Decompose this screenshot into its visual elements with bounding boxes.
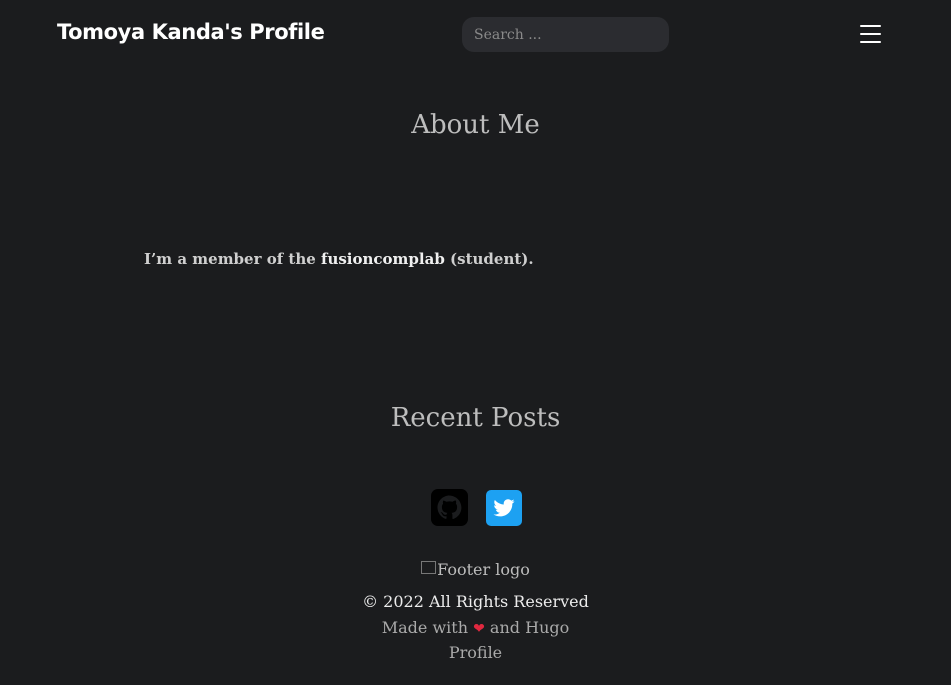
github-icon[interactable] bbox=[431, 489, 468, 526]
page: Tomoya Kanda's Profile About Me I’m a me… bbox=[0, 0, 951, 685]
heart-icon: ❤ bbox=[473, 621, 485, 637]
broken-image-icon bbox=[421, 561, 437, 574]
made-with-middle: and bbox=[484, 618, 526, 637]
footer-logo-alt: Footer logo bbox=[437, 560, 530, 579]
made-with-prefix: Made with bbox=[381, 618, 474, 637]
hamburger-menu-icon[interactable] bbox=[858, 23, 884, 47]
recent-posts-heading: Recent Posts bbox=[390, 403, 561, 433]
profile-theme-link[interactable]: Profile bbox=[449, 643, 502, 662]
about-text: I’m a member of the fusioncomplab (stude… bbox=[144, 250, 534, 268]
about-heading: About Me bbox=[411, 110, 540, 140]
about-text-suffix: (student). bbox=[444, 250, 534, 268]
hugo-link[interactable]: Hugo bbox=[525, 618, 569, 637]
fusioncomplab-link[interactable]: fusioncomplab bbox=[321, 250, 445, 268]
copyright-text: © 2022 All Rights Reserved bbox=[362, 592, 589, 611]
footer-logo: Footer logo bbox=[0, 560, 951, 579]
search-input[interactable] bbox=[462, 17, 669, 52]
about-text-prefix: I’m a member of the bbox=[144, 250, 321, 268]
site-title-link[interactable]: Tomoya Kanda's Profile bbox=[57, 20, 325, 44]
twitter-icon[interactable] bbox=[486, 490, 522, 526]
made-with-text: Made with ❤ and Hugo Profile bbox=[0, 616, 951, 665]
